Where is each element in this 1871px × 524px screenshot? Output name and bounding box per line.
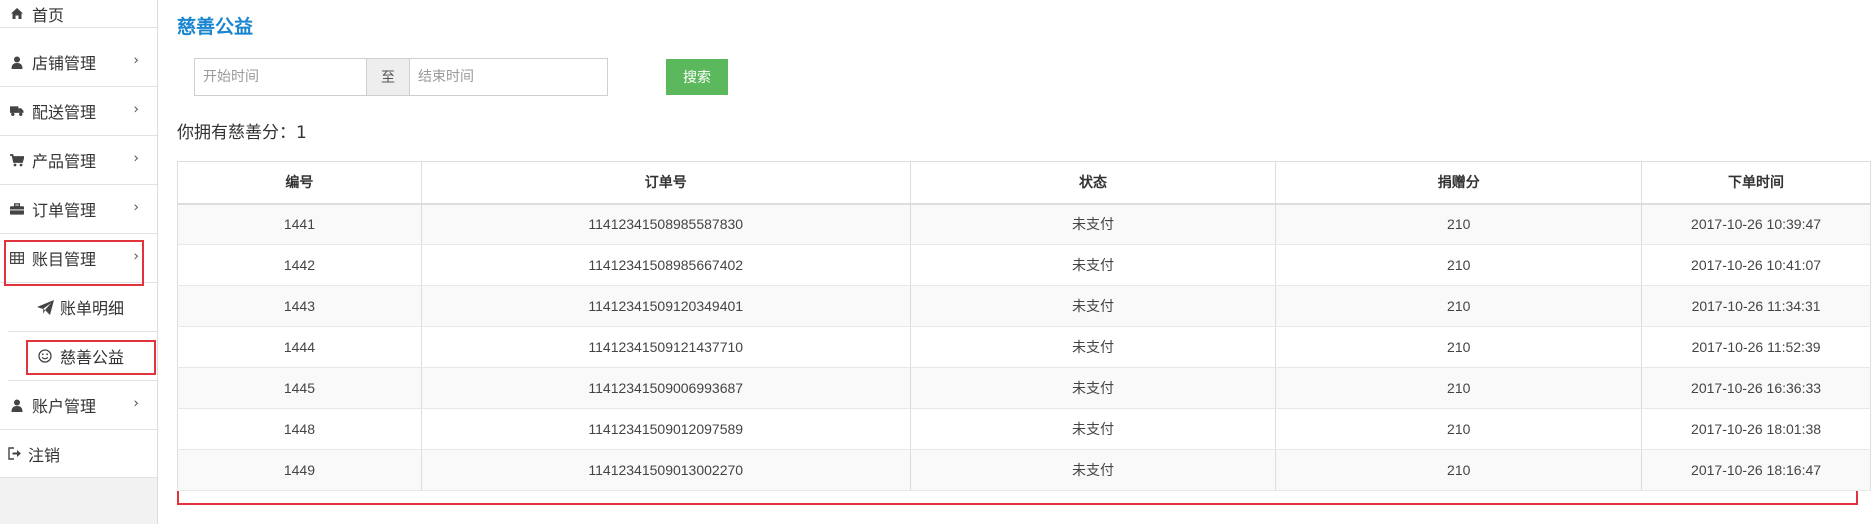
chevron-right-icon: › [133,199,139,216]
sidebar-item-label: 配送管理 [32,103,97,122]
date-range-filter: 至 [194,58,608,96]
cell-status: 未支付 [909,202,1277,245]
cell-order-no: 11412341508985587830 [420,202,911,245]
cell-donation-points: 210 [1275,449,1643,491]
column-header-status: 状态 [909,161,1277,204]
cell-order-time: 2017-10-26 11:52:39 [1641,326,1871,368]
cell-donation-points: 210 [1275,326,1643,368]
paper-plane-icon [36,298,54,316]
cell-id: 1445 [177,367,422,409]
truck-icon [10,104,24,118]
sidebar-item-label: 产品管理 [32,152,97,171]
search-button[interactable]: 搜索 [666,59,728,95]
sign-out-icon [8,447,22,461]
cell-order-time: 2017-10-26 16:36:33 [1641,367,1871,409]
cell-id: 1442 [177,244,422,286]
cell-id: 1449 [177,449,422,491]
home-icon [10,7,24,21]
cell-id: 1441 [177,202,422,245]
chevron-right-icon: › [133,52,139,69]
sidebar-item-store[interactable]: 店铺管理 › [0,38,157,87]
column-header-id: 编号 [177,161,422,204]
table-row: 1445 11412341509006993687 未支付 210 2017-1… [177,367,1871,409]
highlight-box-charity [26,340,156,375]
sidebar-item-products[interactable]: 产品管理 › [0,136,157,185]
sidebar-menu: 首页 店铺管理 › 配送管理 › 产品管理 › 订单管理 › 账目管理 › 账单… [0,0,157,478]
chevron-right-icon: › [133,395,139,412]
cell-status: 未支付 [909,449,1277,491]
user-icon [10,398,24,412]
highlight-box-ledger [4,240,144,286]
user-icon [10,55,24,69]
cell-order-time: 2017-10-26 10:41:07 [1641,244,1871,286]
cell-status: 未支付 [909,244,1277,286]
sidebar-item-label: 注销 [28,445,61,465]
cell-id: 1443 [177,285,422,327]
sidebar-item-label: 账单明细 [60,299,125,318]
cell-id: 1448 [177,408,422,450]
cell-status: 未支付 [909,326,1277,368]
cell-donation-points: 210 [1275,285,1643,327]
cell-order-no: 11412341509121437710 [420,326,911,368]
table-row: 1448 11412341509012097589 未支付 210 2017-1… [177,408,1871,450]
cell-order-time: 2017-10-26 11:34:31 [1641,285,1871,327]
cart-icon [10,153,24,167]
cell-status: 未支付 [909,285,1277,327]
donation-table: 编号 订单号 状态 捐赠分 下单时间 1441 1141234150898558… [177,161,1871,491]
sidebar-item-label: 订单管理 [32,201,97,220]
table-row: 1444 11412341509121437710 未支付 210 2017-1… [177,326,1871,368]
cell-donation-points: 210 [1275,408,1643,450]
sidebar-item-label: 首页 [32,5,65,25]
cell-order-no: 11412341509006993687 [420,367,911,409]
cell-order-time: 2017-10-26 18:16:47 [1641,449,1871,491]
date-range-separator: 至 [366,59,410,95]
table-row: 1443 11412341509120349401 未支付 210 2017-1… [177,285,1871,327]
column-header-order-time: 下单时间 [1641,161,1871,204]
sidebar-item-account[interactable]: 账户管理 › [0,381,157,430]
end-date-input[interactable] [410,59,607,95]
sidebar-item-label: 账户管理 [32,397,97,416]
charity-score-text: 你拥有慈善分：1 [177,123,307,143]
briefcase-icon [10,202,24,216]
cell-order-no: 11412341509013002270 [420,449,911,491]
start-date-input[interactable] [195,59,366,95]
cell-status: 未支付 [909,367,1277,409]
table-row: 1442 11412341508985667402 未支付 210 2017-1… [177,244,1871,286]
cell-order-time: 2017-10-26 18:01:38 [1641,408,1871,450]
chevron-right-icon: › [133,150,139,167]
page-title: 慈善公益 [177,16,254,38]
cell-order-time: 2017-10-26 10:39:47 [1641,202,1871,245]
sidebar-item-logout[interactable]: 注销 [0,430,157,478]
cell-order-no: 11412341508985667402 [420,244,911,286]
sidebar-item-delivery[interactable]: 配送管理 › [0,87,157,136]
cell-donation-points: 210 [1275,244,1643,286]
table-row: 1449 11412341509013002270 未支付 210 2017-1… [177,449,1871,491]
column-header-order-no: 订单号 [420,161,911,204]
table-header-row: 编号 订单号 状态 捐赠分 下单时间 [177,161,1871,204]
cell-donation-points: 210 [1275,202,1643,245]
sidebar-subitem-bill-details[interactable]: 账单明细 [8,283,157,332]
sidebar-item-orders[interactable]: 订单管理 › [0,185,157,234]
table-row: 1441 11412341508985587830 未支付 210 2017-1… [177,202,1871,245]
sidebar-item-label: 店铺管理 [32,54,97,73]
chevron-right-icon: › [133,101,139,118]
cell-id: 1444 [177,326,422,368]
cell-order-no: 11412341509120349401 [420,285,911,327]
cell-status: 未支付 [909,408,1277,450]
column-header-donation-points: 捐赠分 [1275,161,1643,204]
cell-order-no: 11412341509012097589 [420,408,911,450]
sidebar-item-home[interactable]: 首页 [0,0,157,28]
cell-donation-points: 210 [1275,367,1643,409]
